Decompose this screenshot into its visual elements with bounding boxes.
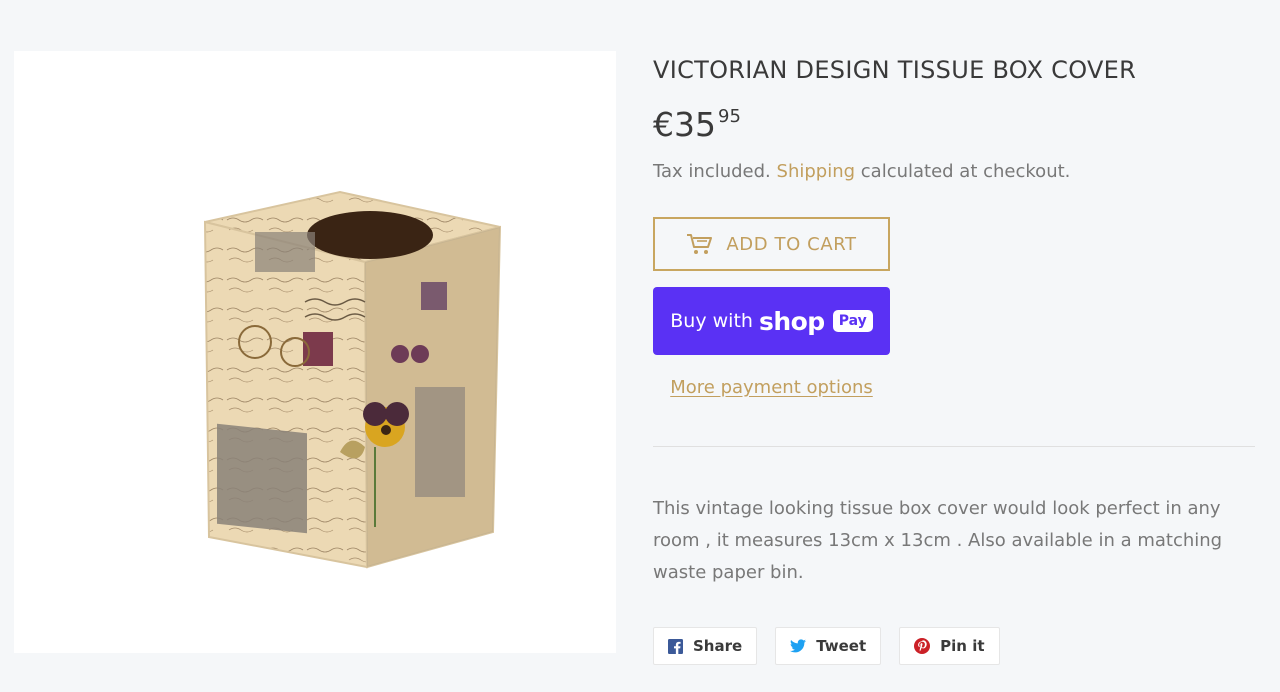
pay-badge: Pay xyxy=(832,310,873,332)
twitter-icon xyxy=(790,639,807,653)
share-facebook-button[interactable]: Share xyxy=(653,627,758,665)
pin-it-label: Pin it xyxy=(940,637,985,655)
shop-pay-button[interactable]: Buy with shop Pay xyxy=(653,287,890,355)
product-title: VICTORIAN DESIGN TISSUE BOX COVER xyxy=(653,56,1137,84)
product-image[interactable] xyxy=(14,51,616,653)
share-pinterest-button[interactable]: Pin it xyxy=(899,627,1000,665)
tax-prefix: Tax included. xyxy=(653,161,777,182)
share-label: Share xyxy=(693,637,743,655)
social-share: Share Tweet Pin it xyxy=(653,627,1255,665)
shop-logo: shop xyxy=(758,306,825,336)
more-payment-options-link[interactable]: More payment options xyxy=(653,377,890,398)
shipping-link[interactable]: Shipping xyxy=(777,161,856,182)
product-price: €35 95 xyxy=(653,105,1255,145)
pinterest-icon xyxy=(914,638,931,654)
add-to-cart-button[interactable]: ADD TO CART xyxy=(653,217,890,271)
add-to-cart-label: ADD TO CART xyxy=(726,233,857,255)
product-description: This vintage looking tissue box cover wo… xyxy=(653,498,1223,583)
price-main: €35 xyxy=(653,105,716,144)
price-cents: 95 xyxy=(718,106,741,127)
cart-icon xyxy=(687,234,713,254)
tweet-label: Tweet xyxy=(816,637,867,655)
share-twitter-button[interactable]: Tweet xyxy=(775,627,882,665)
divider xyxy=(653,446,1255,447)
tissue-box-illustration xyxy=(203,190,502,569)
product-info: VICTORIAN DESIGN TISSUE BOX COVER €35 95… xyxy=(653,55,1255,665)
facebook-icon xyxy=(668,638,683,654)
buy-with-label: Buy with xyxy=(670,310,753,332)
tax-note: Tax included. Shipping calculated at che… xyxy=(653,159,1255,185)
tax-suffix: calculated at checkout. xyxy=(855,161,1071,182)
